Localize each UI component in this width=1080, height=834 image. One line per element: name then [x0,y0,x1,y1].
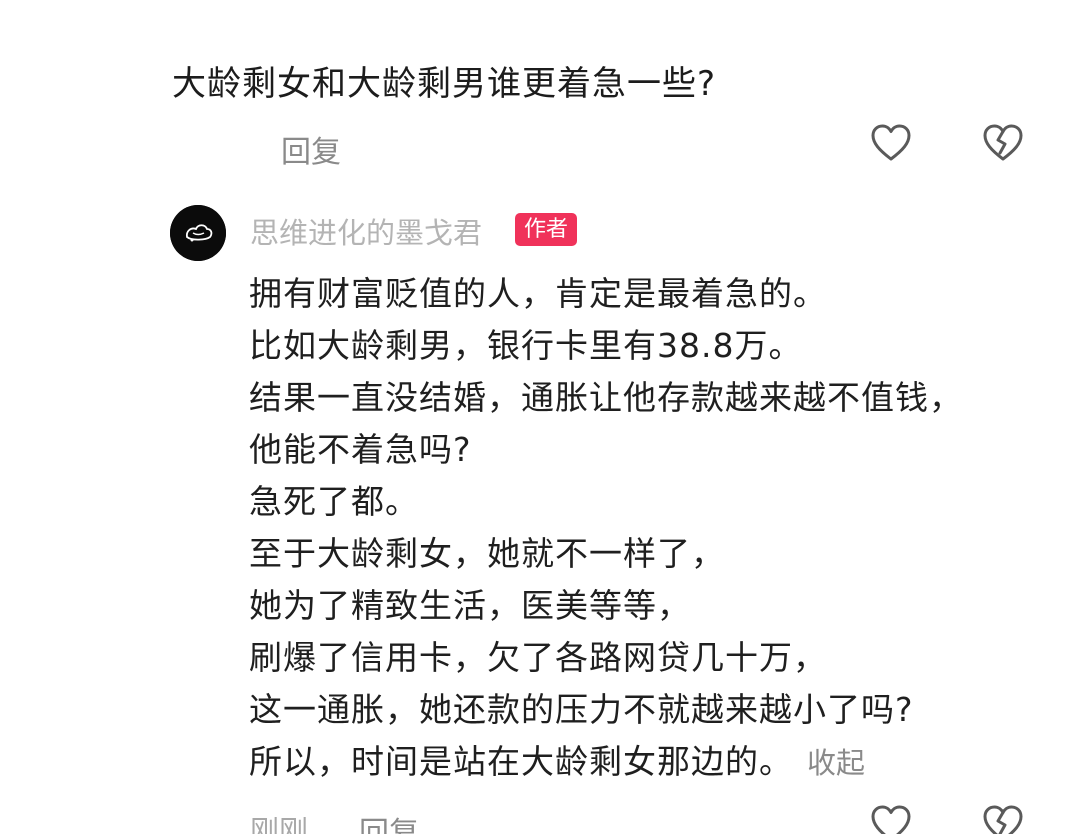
comment-line: 结果一直没结婚，通胀让他存款越来越不值钱， [249,378,963,417]
comment-line: 比如大龄剩男，银行卡里有38.8万。 [249,326,803,365]
comment-body: 拥有财富贬值的人，肯定是最着急的。 比如大龄剩男，银行卡里有38.8万。 结果一… [249,268,963,788]
heart-outline-icon[interactable] [869,803,913,834]
comment-reply-button[interactable]: 回复 [359,808,419,834]
comment-line: 急死了都。 [249,482,419,521]
comment-line: 至于大龄剩女，她就不一样了， [249,534,725,573]
comment-line: 他能不着急吗? [249,430,472,469]
comment-line: 所以，时间是站在大龄剩女那边的。 [249,742,793,781]
broken-heart-icon[interactable] [981,803,1025,834]
comment-line: 刷爆了信用卡，欠了各路网贷几十万， [249,638,827,677]
comment-thread: 大龄剩女和大龄剩男谁更着急一些? 回复 思维进化的墨戈君 作者 拥有财富贬值的人… [0,0,1080,834]
comment-line: 这一通胀，她还款的压力不就越来越小了吗? [249,690,914,729]
broken-heart-icon[interactable] [981,122,1025,164]
avatar[interactable] [170,205,226,261]
comment-line: 她为了精致生活，医美等等， [249,586,691,625]
question-text: 大龄剩女和大龄剩男谁更着急一些? [172,64,717,104]
author-badge: 作者 [515,213,578,246]
comment-line: 拥有财富贬值的人，肯定是最着急的。 [249,274,827,313]
comment-timestamp: 刚刚 [250,814,309,834]
collapse-button[interactable]: 收起 [807,746,865,780]
heart-outline-icon[interactable] [869,122,913,164]
username[interactable]: 思维进化的墨戈君 [250,210,482,252]
question-reply-button[interactable]: 回复 [281,127,341,171]
comment-line-last: 所以，时间是站在大龄剩女那边的。 收起 [249,736,963,788]
